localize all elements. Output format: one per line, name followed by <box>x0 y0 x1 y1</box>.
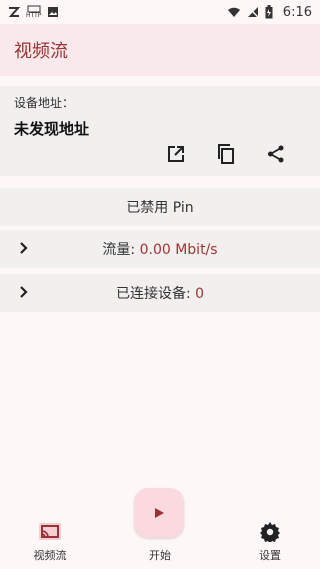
chevron-right-icon[interactable] <box>16 240 32 256</box>
chevron-right-icon[interactable] <box>16 284 32 300</box>
battery-icon <box>265 5 273 19</box>
nav-start[interactable]: 开始 <box>110 520 210 569</box>
image-icon <box>47 6 59 18</box>
wifi-icon <box>227 6 241 18</box>
traffic-row[interactable]: 流量: 0.00 Mbit/s <box>0 230 320 268</box>
nav-settings[interactable]: 设置 <box>220 520 320 569</box>
bottom-nav: 视频流 开始 设置 <box>0 520 320 569</box>
no-signal-icon <box>247 6 259 18</box>
nav-stream-label: 视频流 <box>33 549 67 562</box>
address-card: 设备地址： 未发现地址 <box>0 86 320 176</box>
devices-label: 已连接设备: <box>115 286 196 302</box>
devices-text: 已连接设备: 0 <box>0 283 320 303</box>
share-icon[interactable] <box>266 144 286 164</box>
gear-icon <box>259 521 281 543</box>
address-value: 未发现地址 <box>14 120 90 138</box>
status-bar: HTTP 6:16 <box>0 0 320 24</box>
pin-status-text: 已禁用 Pin <box>126 200 194 216</box>
open-in-new-icon[interactable] <box>166 144 186 164</box>
nav-start-label: 开始 <box>149 549 171 562</box>
pin-status-card: 已禁用 Pin <box>0 188 320 226</box>
traffic-value: 0.00 Mbit/s <box>139 242 218 258</box>
nav-settings-label: 设置 <box>259 549 281 562</box>
copy-icon[interactable] <box>216 144 236 164</box>
traffic-label: 流量: <box>102 242 140 258</box>
app-z-icon <box>8 6 20 18</box>
devices-value: 0 <box>195 286 205 302</box>
nav-stream[interactable]: 视频流 <box>0 520 100 569</box>
status-left: HTTP <box>8 5 59 19</box>
page-title: 视频流 <box>14 41 68 62</box>
address-label: 设备地址： <box>14 96 75 110</box>
traffic-text: 流量: 0.00 Mbit/s <box>0 239 320 259</box>
http-badge-icon: HTTP <box>26 5 41 19</box>
app-bar: 视频流 <box>0 24 320 76</box>
status-right: 6:16 <box>227 5 312 20</box>
cast-icon <box>39 521 61 543</box>
address-actions <box>166 144 286 164</box>
play-icon <box>155 508 164 518</box>
status-time: 6:16 <box>282 4 312 20</box>
connected-devices-row[interactable]: 已连接设备: 0 <box>0 274 320 312</box>
